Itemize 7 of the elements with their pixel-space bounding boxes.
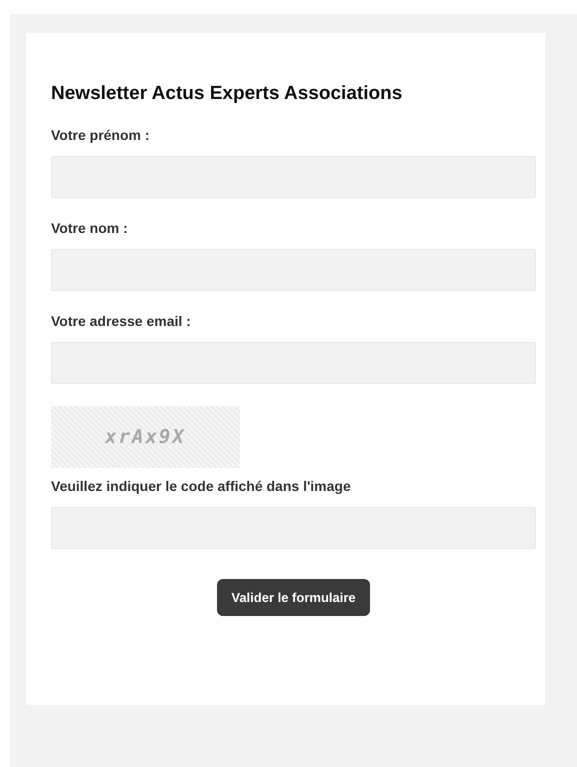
submit-button[interactable]: Valider le formulaire bbox=[217, 579, 370, 616]
field-label: Votre nom : bbox=[51, 220, 129, 236]
captcha-code: xrAx9X bbox=[105, 426, 186, 448]
field-label: Votre adresse email : bbox=[51, 313, 192, 329]
field-label: Votre prénom : bbox=[51, 127, 151, 143]
form-title: Newsletter Actus Experts Associations bbox=[51, 83, 404, 105]
field-label: Veuillez indiquer le code affiché dans l'image bbox=[51, 478, 352, 494]
